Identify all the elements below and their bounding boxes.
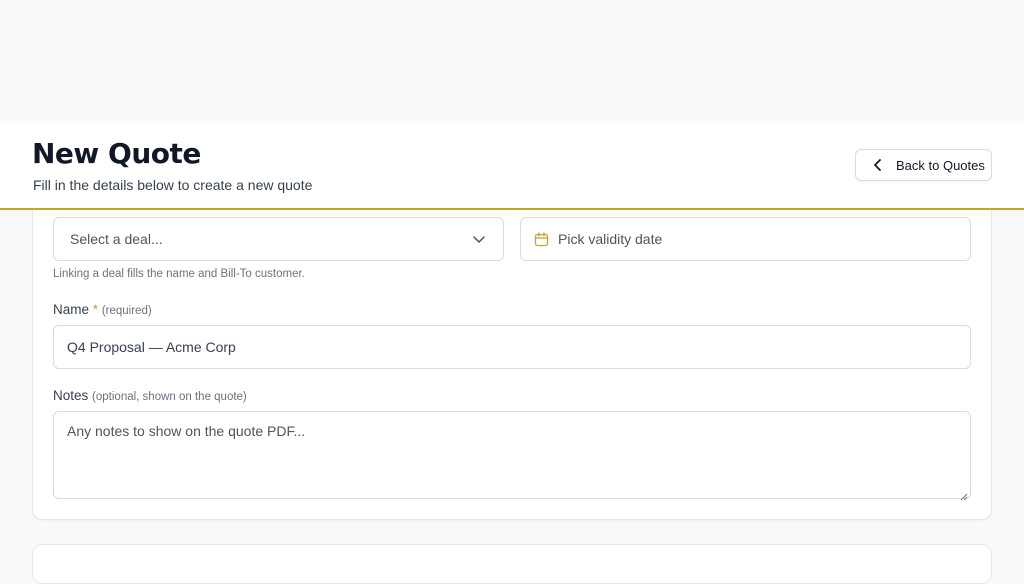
deal-select-placeholder: Select a deal... [70,231,163,247]
next-section-card [32,544,992,584]
page-title: New Quote [32,137,201,170]
page-subtitle: Fill in the details below to create a ne… [33,177,313,193]
notes-textarea[interactable]: Any notes to show on the quote PDF... [53,411,971,501]
notes-label: Notes (optional, shown on the quote) [53,388,247,403]
deal-hint: Linking a deal fills the name and Bill-T… [53,268,305,280]
back-button-label: Back to Quotes [896,157,985,173]
required-note: (required) [101,305,152,317]
page-top-space [0,0,1024,121]
validity-date-placeholder: Pick validity date [558,231,663,247]
page-header: New Quote Fill in the details below to c… [0,121,1024,210]
chevron-left-icon [870,157,886,173]
calendar-icon [534,231,549,247]
resize-handle-icon[interactable] [960,488,968,501]
chevron-down-icon [472,232,486,246]
name-label: Name * (required) [53,302,152,317]
name-input-value: Q4 Proposal — Acme Corp [67,339,236,355]
validity-date-picker[interactable]: Pick validity date [520,217,971,261]
deal-select[interactable]: Select a deal... [53,217,504,261]
back-to-quotes-button[interactable]: Back to Quotes [855,149,992,181]
name-input[interactable]: Q4 Proposal — Acme Corp [53,325,971,369]
notes-placeholder: Any notes to show on the quote PDF... [67,423,306,439]
notes-note: (optional, shown on the quote) [92,391,247,403]
notes-label-text: Notes [53,388,89,403]
name-label-text: Name [53,302,90,317]
required-mark: * [92,302,99,317]
